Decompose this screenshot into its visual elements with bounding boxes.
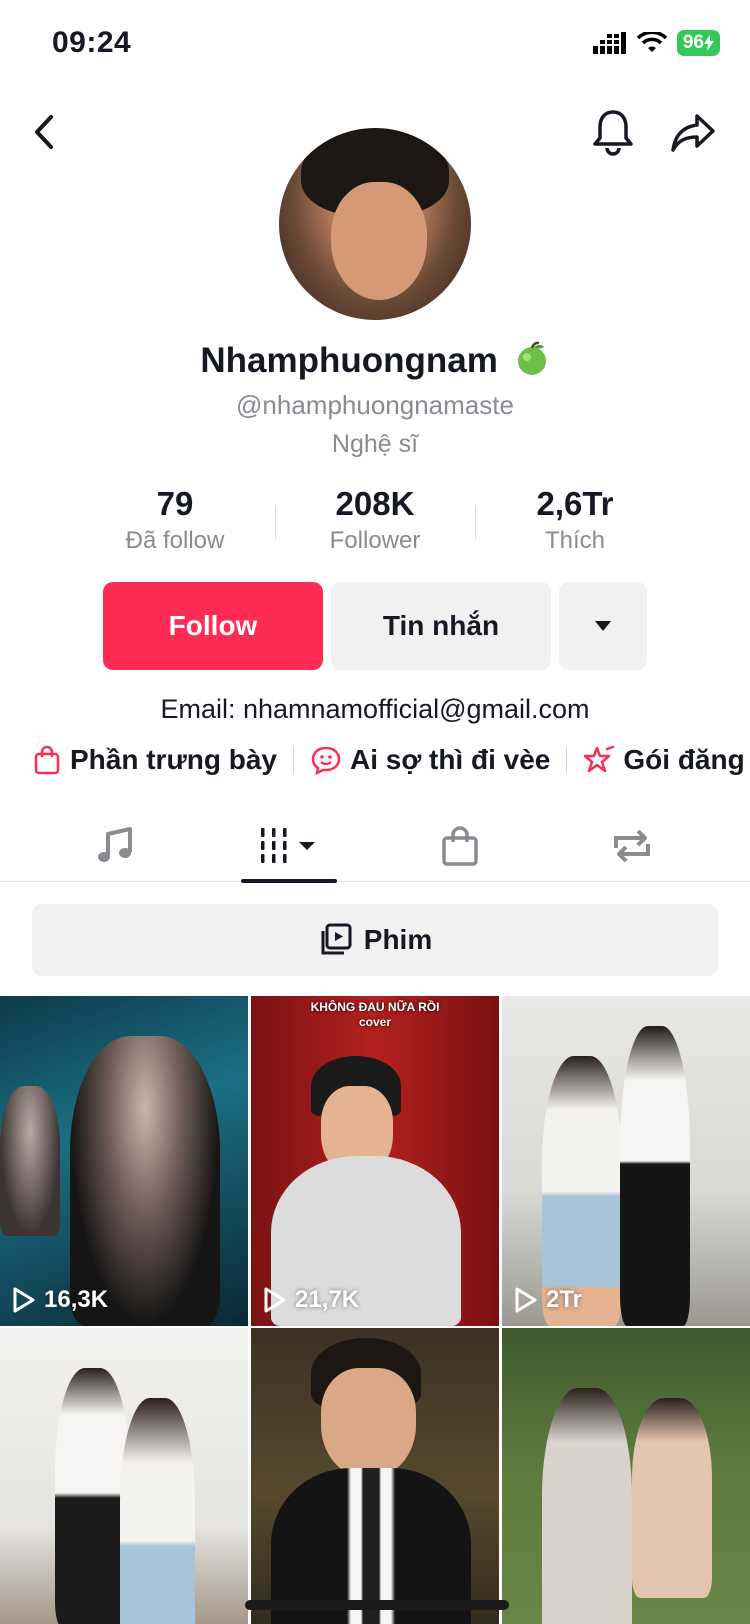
followers-label: Follower bbox=[329, 527, 421, 554]
message-button[interactable]: Tin nhắn bbox=[331, 582, 551, 670]
profile-category: Nghệ sĩ bbox=[331, 430, 419, 458]
chevron-left-icon bbox=[35, 115, 53, 149]
following-stat[interactable]: 79 Đã follow bbox=[75, 485, 275, 555]
profile-links-row: Phần trưng bày Ai sợ thì đi vèe Gói đăng… bbox=[32, 744, 750, 776]
share-button[interactable] bbox=[665, 104, 721, 160]
link-separator bbox=[292, 747, 294, 773]
caret-down-icon bbox=[595, 621, 611, 631]
view-count-label: 16,3K bbox=[44, 1286, 109, 1313]
home-indicator[interactable] bbox=[245, 1600, 509, 1610]
status-time: 09:24 bbox=[52, 26, 132, 59]
chat-emoji-icon bbox=[311, 746, 341, 775]
charging-bolt-icon bbox=[704, 35, 714, 51]
username: @nhamphuongnamaste bbox=[236, 390, 514, 420]
view-count-label: 2Tr bbox=[546, 1286, 583, 1313]
green-apple-icon bbox=[517, 341, 546, 375]
music-note-icon bbox=[98, 827, 132, 862]
following-count: 79 bbox=[156, 485, 194, 522]
profile-avatar[interactable] bbox=[279, 128, 471, 320]
likes-label: Thích bbox=[544, 527, 606, 554]
battery-indicator: 96 bbox=[676, 30, 720, 56]
video-thumbnail[interactable]: 2Tr bbox=[502, 996, 750, 1326]
video-grid-icon bbox=[261, 828, 315, 863]
subscription-star-icon bbox=[584, 745, 615, 773]
likes-stat[interactable]: 2,6Tr Thích bbox=[475, 485, 675, 555]
playlist-filter-label: Phim bbox=[363, 924, 433, 955]
group-chat-link-label: Ai sợ thì đi vèe bbox=[349, 744, 551, 775]
active-tab-indicator bbox=[241, 879, 337, 883]
wifi-icon bbox=[636, 32, 667, 52]
profile-bio: Email: nhamnamofficial@gmail.com bbox=[160, 694, 590, 724]
tab-reposts[interactable] bbox=[592, 810, 672, 882]
video-caption: KHÔNG ĐAU NỮA RỒI cover bbox=[251, 1000, 499, 1030]
video-thumbnail[interactable] bbox=[251, 1328, 499, 1624]
avatar-face bbox=[331, 182, 427, 300]
view-count: 16,3K bbox=[12, 1286, 108, 1314]
video-caption-text: KHÔNG ĐAU NỮA RỒI cover bbox=[310, 1000, 440, 1029]
battery-level: 96 bbox=[682, 32, 704, 53]
video-thumbnail[interactable] bbox=[0, 1328, 248, 1624]
play-icon bbox=[264, 1287, 286, 1313]
video-thumbnail[interactable]: 16,3K bbox=[0, 996, 248, 1326]
shopping-bag-icon bbox=[442, 826, 478, 866]
share-arrow-icon bbox=[671, 114, 715, 152]
notification-button[interactable] bbox=[585, 104, 641, 160]
playlist-icon bbox=[321, 923, 352, 955]
view-count-label: 21,7K bbox=[295, 1286, 360, 1313]
showcase-link-label: Phần trưng bày bbox=[70, 744, 277, 775]
video-thumbnail[interactable]: KHÔNG ĐAU NỮA RỒI cover 21,7K bbox=[251, 996, 499, 1326]
play-icon bbox=[515, 1287, 537, 1313]
subscription-link[interactable]: Gói đăng k bbox=[583, 744, 750, 776]
tab-shop[interactable] bbox=[420, 810, 500, 882]
likes-count: 2,6Tr bbox=[536, 485, 614, 522]
status-bar: 09:24 96 bbox=[0, 0, 750, 90]
video-thumbnail[interactable] bbox=[502, 1328, 750, 1624]
back-button[interactable] bbox=[16, 104, 72, 160]
follow-button[interactable]: Follow bbox=[103, 582, 323, 670]
following-label: Đã follow bbox=[125, 527, 225, 554]
status-icons: 96 bbox=[592, 30, 720, 56]
followers-count: 208K bbox=[335, 485, 415, 522]
followers-stat[interactable]: 208K Follower bbox=[275, 485, 475, 555]
repost-icon bbox=[614, 829, 650, 863]
subscription-link-label: Gói đăng k bbox=[623, 744, 750, 775]
cellular-signal-icon bbox=[592, 32, 626, 54]
group-chat-link[interactable]: Ai sợ thì đi vèe bbox=[310, 744, 550, 776]
link-separator bbox=[566, 747, 568, 773]
showcase-link[interactable]: Phần trưng bày bbox=[32, 744, 277, 776]
shopping-bag-icon bbox=[34, 745, 60, 775]
tab-videos[interactable] bbox=[241, 810, 337, 882]
view-count: 2Tr bbox=[514, 1286, 582, 1314]
profile-name-row: Nhamphuongnam bbox=[0, 340, 750, 381]
tab-music[interactable] bbox=[75, 810, 155, 882]
more-options-button[interactable] bbox=[559, 582, 647, 670]
view-count: 21,7K bbox=[263, 1286, 359, 1314]
display-name: Nhamphuongnam bbox=[200, 341, 498, 380]
play-icon bbox=[13, 1287, 35, 1313]
playlist-filter-button[interactable]: Phim bbox=[32, 904, 718, 976]
content-tabs bbox=[0, 810, 750, 883]
bell-icon bbox=[593, 110, 633, 156]
